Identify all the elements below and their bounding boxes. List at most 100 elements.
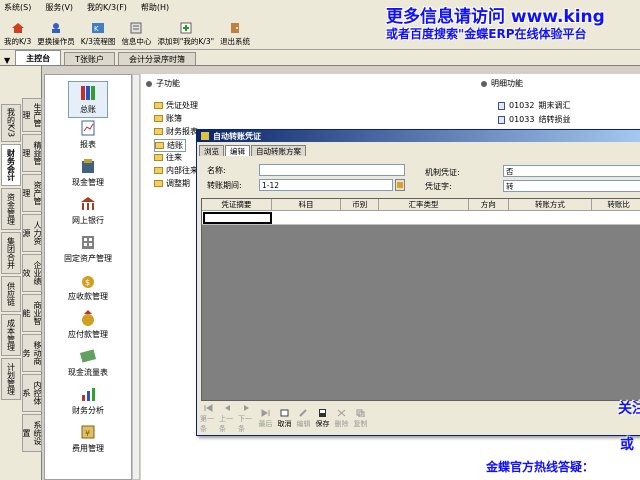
save-button[interactable]: 保存 [314, 409, 331, 429]
detail-header: 明细功能 [481, 78, 523, 89]
vnav-system-settings[interactable]: 系统设置 [22, 414, 42, 452]
overlay-hotline-text: 金蝶官方热线答疑： [486, 460, 595, 474]
module-fixed-assets[interactable]: 固定资产管理 [45, 233, 131, 264]
vnav-my-k3[interactable]: 我的K/3 [1, 104, 21, 142]
prev-record-button[interactable]: 上一条 [219, 404, 236, 434]
module-reports[interactable]: 报表 [45, 119, 131, 150]
subfunction-header: 子功能 [146, 78, 180, 89]
vnav-cost-management[interactable]: 成本管理 [1, 314, 21, 356]
info-center-button[interactable]: 信息中心 [121, 22, 151, 47]
col-direction[interactable]: 方向 [468, 199, 509, 211]
picker-icon [397, 182, 403, 188]
col-transfer-method[interactable]: 转账方式 [508, 199, 593, 211]
period-picker-button[interactable] [395, 179, 405, 191]
exit-system-button[interactable]: 退出系统 [220, 22, 250, 47]
folder-icon [154, 180, 163, 187]
flowchart-icon: K [92, 23, 105, 33]
vnav-production[interactable]: 生产管理 [22, 98, 42, 132]
vnav-lean[interactable]: 精益管理 [22, 134, 42, 172]
dialog-tabs: 浏览 编辑 自动转账方案 [199, 145, 306, 156]
subfunc-financial-reports[interactable]: 财务报表 [154, 126, 198, 137]
folder-icon [154, 167, 163, 174]
name-input[interactable] [259, 164, 405, 176]
module-expense[interactable]: ¥ 费用管理 [45, 423, 131, 454]
tab-strip: ▼ 主控台 T张账户 会计分录序时簿 [0, 50, 640, 66]
delete-icon [337, 409, 346, 417]
tab-main-console[interactable]: 主控台 [15, 50, 62, 65]
subfunc-adjustment-period[interactable]: 调整期 [154, 178, 190, 189]
vnav-fund-management[interactable]: 资金管理 [1, 188, 21, 230]
col-rate-type[interactable]: 汇率类型 [379, 199, 469, 211]
col-subject[interactable]: 科目 [271, 199, 342, 211]
change-operator-button[interactable]: 更换操作员 [37, 22, 75, 47]
transfer-grid: 凭证摘要 科目 币别 汇率类型 方向 转账方式 转账比 [201, 198, 640, 401]
first-record-button[interactable]: 第一条 [200, 404, 217, 434]
payment-icon [82, 310, 94, 326]
copy-button[interactable]: 复制 [352, 409, 369, 429]
detail-item-01033[interactable]: 01033 结转损益 [498, 114, 570, 125]
k3-flowchart-button[interactable]: K K/3流程图 [81, 22, 115, 47]
bullet-icon [146, 80, 152, 87]
vnav-group-consolidation[interactable]: 集团合并 [1, 232, 21, 274]
promo-banner-url: 更多信息请访问 www.king [386, 7, 605, 27]
vnav-financial-accounting[interactable]: 财务会计 [1, 144, 21, 186]
folder-icon [154, 154, 163, 161]
detail-item-01032[interactable]: 01032 期末调汇 [498, 100, 570, 111]
menu-my-k3[interactable]: 我的K/3(F) [87, 2, 127, 13]
subfunc-books[interactable]: 账簿 [154, 113, 182, 124]
vnav-mobile[interactable]: 移动商务 [22, 334, 42, 372]
module-online-banking[interactable]: 网上银行 [45, 195, 131, 226]
last-record-button[interactable]: 最后 [257, 409, 274, 429]
col-transfer-ratio[interactable]: 转账比 [592, 199, 640, 211]
next-record-button[interactable]: 下一条 [238, 404, 255, 434]
module-general-ledger[interactable]: 总账 [45, 81, 131, 118]
module-payables[interactable]: 应付款管理 [45, 309, 131, 340]
my-k3-button[interactable]: 我的K/3 [4, 22, 31, 47]
tab-dropdown-icon[interactable]: ▼ [4, 56, 10, 65]
subfunc-current-accounts[interactable]: 往来 [154, 152, 182, 163]
col-currency[interactable]: 币别 [341, 199, 380, 211]
menu-service[interactable]: 服务(V) [45, 2, 73, 13]
menu-help[interactable]: 帮助(H) [141, 2, 169, 13]
folder-icon [154, 128, 163, 135]
module-cash-flow[interactable]: 现金流量表 [45, 347, 131, 378]
svg-text:K: K [94, 25, 99, 33]
module-panel: 总账 报表 现金管理 网上银行 固定资产管理 $ 应收款管理 应付款管理 现金流… [44, 74, 132, 480]
tab-edit[interactable]: 编辑 [225, 145, 250, 156]
tab-journal-entries[interactable]: 会计分录序时簿 [118, 52, 197, 65]
subfunc-closing[interactable]: 结账 [154, 139, 186, 152]
tab-t-account[interactable]: T张账户 [64, 52, 116, 65]
edit-button[interactable]: 编辑 [295, 409, 312, 429]
add-to-my-k3-button[interactable]: 添加到"我的K/3" [157, 22, 214, 47]
subfunc-voucher-processing[interactable]: 凭证处理 [154, 100, 198, 111]
vnav-performance[interactable]: 企业绩效 [22, 254, 42, 292]
delete-button[interactable]: 删除 [333, 409, 350, 429]
folder-icon [154, 102, 163, 109]
exit-icon [231, 23, 240, 33]
add-icon [180, 22, 192, 34]
module-financial-analysis[interactable]: 财务分析 [45, 385, 131, 416]
tab-auto-transfer-scheme[interactable]: 自动转账方案 [251, 145, 306, 156]
next-icon [244, 405, 249, 411]
name-label: 名称: [207, 166, 226, 175]
vnav-internal-control[interactable]: 内控体系 [22, 374, 42, 412]
module-receivables[interactable]: $ 应收款管理 [45, 271, 131, 302]
col-voucher-summary[interactable]: 凭证摘要 [202, 199, 272, 211]
vnav-asset[interactable]: 资产管理 [22, 174, 42, 212]
menu-system[interactable]: 系统(S) [4, 2, 31, 13]
mech-voucher-field[interactable]: 否 [503, 165, 640, 177]
cancel-button[interactable]: 取消 [276, 409, 293, 429]
period-input[interactable]: 1-12 [259, 179, 393, 191]
vnav-plan-management[interactable]: 计划管理 [1, 358, 21, 400]
tab-browse[interactable]: 浏览 [199, 145, 224, 156]
subfunc-internal-accounts[interactable]: 内部往来 [154, 165, 198, 176]
selected-cell[interactable] [203, 212, 272, 224]
table-row[interactable] [202, 211, 640, 225]
vnav-hr[interactable]: 人力资源 [22, 214, 42, 252]
module-scrollbar[interactable] [132, 74, 140, 480]
dialog-title-bar[interactable]: 自动转账凭证 [197, 130, 640, 142]
module-cash-management[interactable]: 现金管理 [45, 157, 131, 188]
voucher-word-field[interactable]: 转 [503, 180, 640, 192]
vnav-bi[interactable]: 商业智能 [22, 294, 42, 332]
vnav-supply-chain[interactable]: 供应链 [1, 276, 21, 312]
